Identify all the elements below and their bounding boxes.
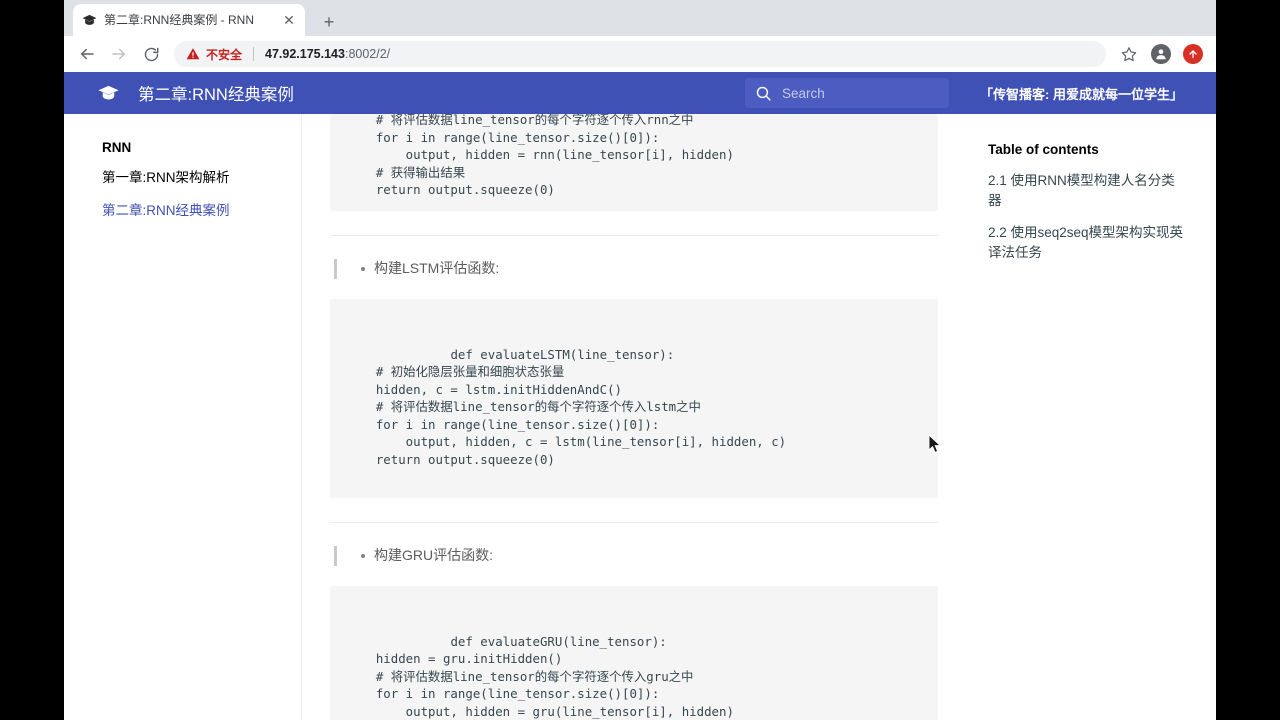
search-container (745, 78, 949, 108)
warning-triangle-icon (186, 47, 200, 61)
browser-tab[interactable]: 第二章:RNN经典案例 - RNN ✕ (73, 4, 305, 36)
heading-gru: 构建GRU评估函数: (374, 546, 493, 563)
mortarboard-favicon-icon (81, 12, 97, 28)
forward-button[interactable] (104, 39, 134, 69)
page-viewport: 第二章:RNN经典案例 「传智播客: 用爱成就每一位学生」 (64, 72, 1216, 720)
page-body: RNN 第一章:RNN架构解析 第二章:RNN经典案例 hidden = rnn… (64, 114, 1216, 720)
toc-item-2-2[interactable]: 2.2 使用seq2seq模型架构实现英译法任务 (988, 223, 1188, 262)
mkdocs-logo-icon (96, 81, 120, 105)
code-block-rnn[interactable]: hidden = rnn.initHidden() # 将评估数据line_te… (330, 114, 938, 211)
site-title: 第二章:RNN经典案例 (138, 86, 294, 104)
sidebar-item-chapter1[interactable]: 第一章:RNN架构解析 (102, 169, 279, 187)
browser-window: 第二章:RNN经典案例 - RNN ✕ + 不安全 47.92.175.143:… (64, 0, 1216, 720)
heading-lstm: 构建LSTM评估函数: (374, 259, 500, 276)
content-divider-2 (330, 521, 938, 523)
screen: 第二章:RNN经典案例 - RNN ✕ + 不安全 47.92.175.143:… (0, 0, 1280, 720)
bookmark-star-icon[interactable] (1114, 39, 1144, 69)
security-status-label: 不安全 (206, 47, 243, 62)
heading-lstm-row: 构建LSTM评估函数: (330, 258, 938, 279)
back-button[interactable] (72, 39, 102, 69)
sidebar-nav: RNN 第一章:RNN架构解析 第二章:RNN经典案例 (64, 114, 302, 720)
search-input[interactable] (782, 85, 939, 101)
search-box[interactable] (745, 78, 949, 108)
content-divider (330, 234, 938, 236)
code-text-lstm: def evaluateLSTM(line_tensor): # 初始化隐层张量… (375, 346, 787, 467)
bullet-icon (361, 266, 365, 271)
copy-to-clipboard-icon[interactable] (908, 307, 926, 325)
address-bar[interactable]: 不安全 47.92.175.143:8002/2/ (174, 41, 1106, 67)
copy-to-clipboard-icon-gru[interactable] (908, 594, 926, 612)
new-tab-button[interactable]: + (316, 9, 342, 35)
sidebar-item-chapter2[interactable]: 第二章:RNN经典案例 (102, 202, 279, 220)
update-available-icon[interactable] (1178, 39, 1208, 69)
tab-close-icon[interactable]: ✕ (281, 12, 297, 28)
toc-item-2-1[interactable]: 2.1 使用RNN模型构建人名分类器 (988, 171, 1188, 210)
heading-gru-row: 构建GRU评估函数: (330, 545, 938, 566)
search-icon (755, 85, 772, 102)
vertical-rule-2 (334, 545, 337, 566)
tab-title: 第二章:RNN经典案例 - RNN (104, 13, 254, 27)
site-brand[interactable]: 第二章:RNN经典案例 (96, 81, 294, 105)
toolbar-actions (1114, 39, 1208, 69)
header-tagline: 「传智播客: 用爱成就每一位学生」 (980, 86, 1183, 102)
url-path: :8002/2/ (344, 47, 391, 61)
toc-title: Table of contents (988, 142, 1099, 157)
code-block-lstm[interactable]: def evaluateLSTM(line_tensor): # 初始化隐层张量… (330, 298, 938, 498)
avatar (1151, 44, 1171, 64)
url-text: 47.92.175.143:8002/2/ (265, 47, 390, 61)
profile-avatar-icon[interactable] (1146, 39, 1176, 69)
bullet-icon-2 (361, 553, 365, 558)
omnibox-divider (253, 47, 255, 61)
browser-toolbar: 不安全 47.92.175.143:8002/2/ (64, 36, 1216, 72)
tab-strip: 第二章:RNN经典案例 - RNN ✕ + (64, 0, 1216, 36)
sidebar-title: RNN (102, 140, 132, 155)
code-text-gru: def evaluateGRU(line_tensor): hidden = g… (375, 633, 734, 719)
code-block-gru[interactable]: def evaluateGRU(line_tensor): hidden = g… (330, 585, 938, 720)
article-content: hidden = rnn.initHidden() # 将评估数据line_te… (302, 114, 966, 720)
site-header: 第二章:RNN经典案例 「传智播客: 用爱成就每一位学生」 (64, 72, 1216, 114)
vertical-rule (334, 258, 337, 279)
table-of-contents: Table of contents 2.1 使用RNN模型构建人名分类器 2.2… (966, 114, 1216, 720)
reload-button[interactable] (136, 39, 166, 69)
url-host: 47.92.175.143 (265, 47, 345, 61)
update-badge (1183, 44, 1203, 64)
